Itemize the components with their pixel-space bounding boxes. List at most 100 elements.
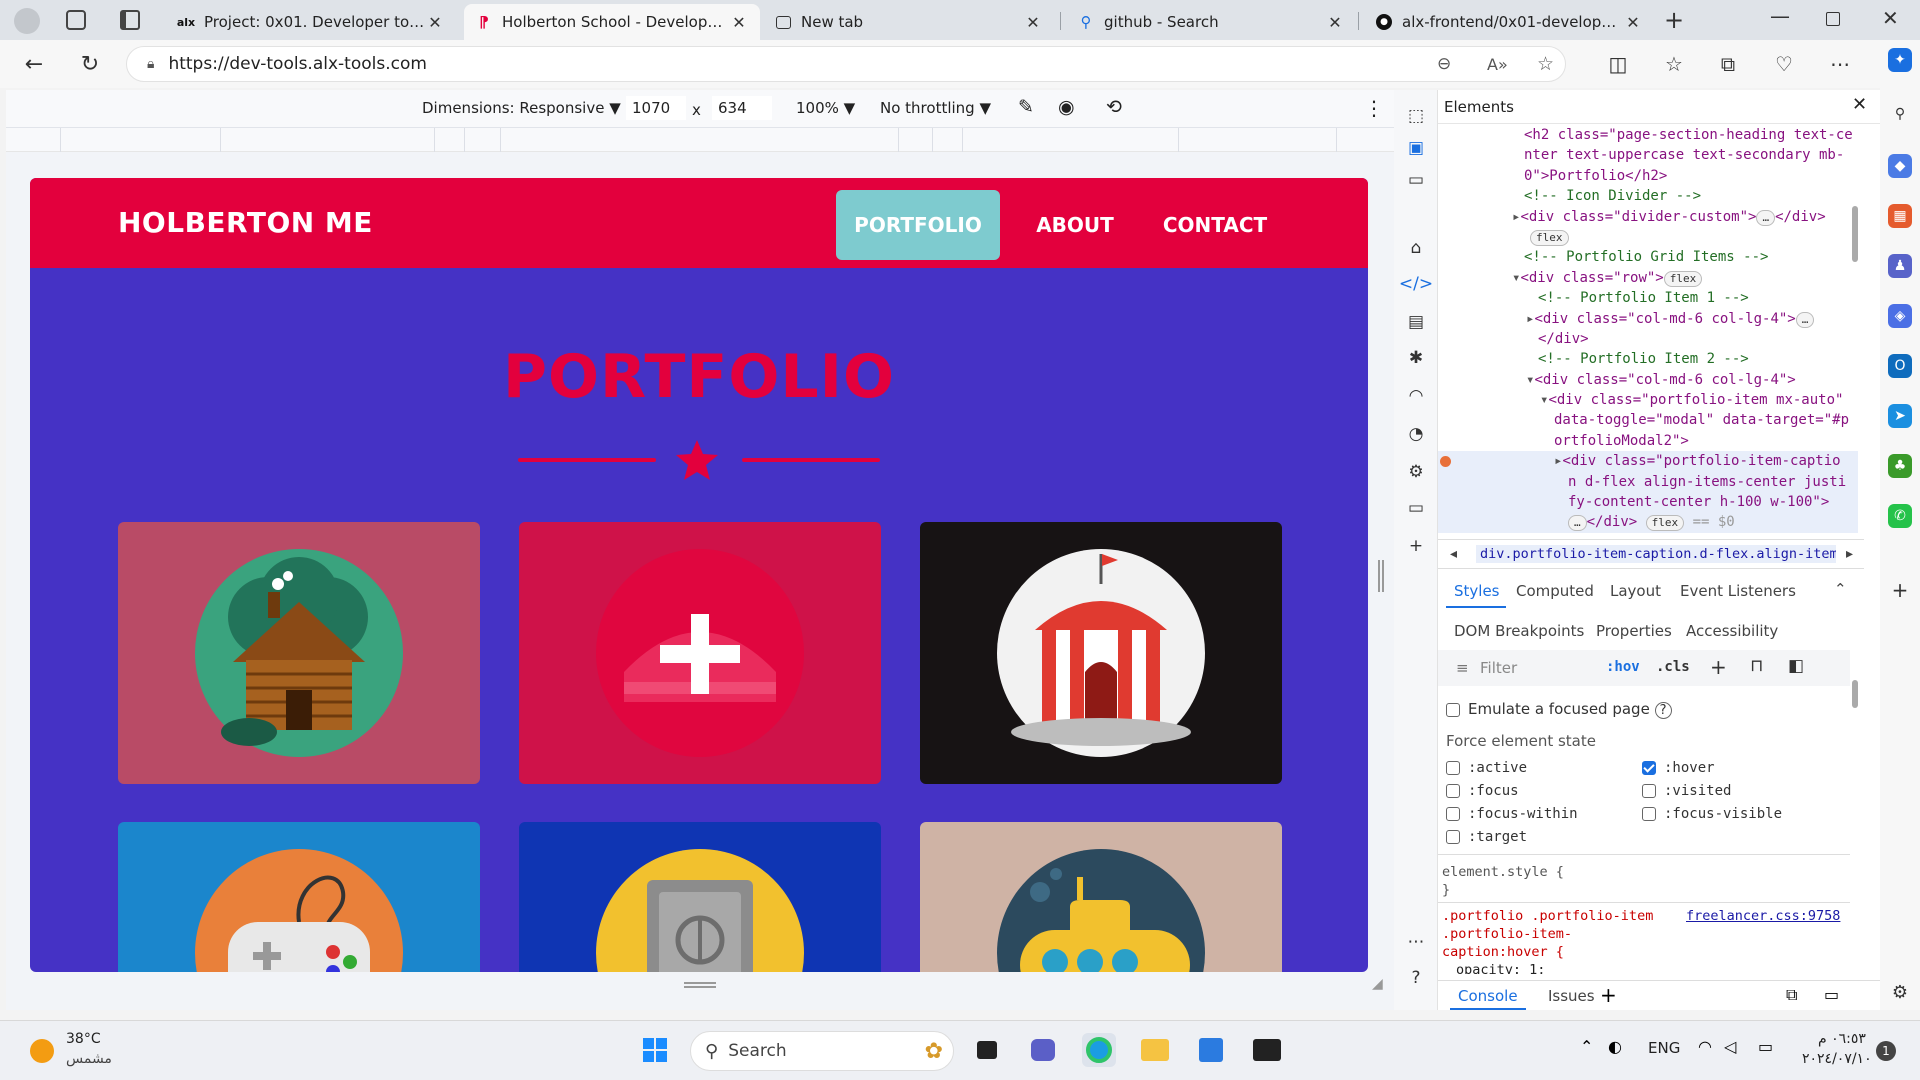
task-view-icon[interactable] (970, 1033, 1004, 1067)
more-tools-ellipsis-icon[interactable]: ⋯ (1404, 930, 1428, 954)
tab-github-search[interactable]: ⚲ github - Search ✕ (1066, 4, 1356, 40)
weather-sun-icon[interactable] (30, 1039, 54, 1063)
application-window-icon[interactable]: ▭ (1404, 496, 1428, 520)
close-icon[interactable]: ✕ (1024, 13, 1042, 32)
dock-bottom-icon[interactable]: ▭ (1824, 985, 1839, 1004)
height-input[interactable]: 634 (712, 96, 772, 120)
tab-holberton[interactable]: ⁋ Holberton School - Developer to ✕ (464, 4, 760, 40)
rule-selector[interactable]: .portfolio .portfolio-item (1442, 908, 1653, 924)
resize-corner-icon[interactable]: ◢ (1372, 976, 1383, 992)
minimize-button[interactable]: — (1770, 4, 1790, 28)
store-icon[interactable] (1194, 1033, 1228, 1067)
zoom-dropdown[interactable]: 100% ▼ (796, 99, 855, 117)
more-tools-plus-icon[interactable]: + (1404, 534, 1428, 558)
styles-scrollbar[interactable] (1852, 680, 1858, 708)
favorites-icon[interactable]: ☆ (1660, 50, 1688, 78)
portfolio-item-cabin[interactable] (118, 522, 480, 784)
inspect-icon[interactable]: ⬚ (1404, 104, 1428, 128)
state-focus-within-checkbox[interactable]: :focus-within (1446, 806, 1578, 822)
notification-alert-icon[interactable]: ◐ (1608, 1037, 1622, 1056)
performance-gauge-icon[interactable]: ◔ (1404, 422, 1428, 446)
new-rule-plus-icon[interactable]: + (1710, 655, 1727, 679)
tab-styles[interactable]: Styles (1454, 582, 1500, 600)
add-drawer-tab-icon[interactable]: + (1600, 983, 1617, 1007)
dom-node[interactable]: <div class="col-md-6 col-lg-4"> (1534, 372, 1795, 388)
taskbar-search-box[interactable]: ⚲ Search ✿ (690, 1031, 954, 1071)
close-icon[interactable]: ✕ (1852, 94, 1867, 115)
url-text[interactable]: https://dev-tools.alx-tools.com (168, 54, 426, 74)
close-icon[interactable]: ✕ (1624, 13, 1642, 32)
favorite-star-icon[interactable]: ☆ (1537, 53, 1554, 75)
nav-contact[interactable]: CONTACT (1150, 190, 1280, 260)
flex-badge[interactable]: flex (1530, 229, 1569, 246)
tab-dom-breakpoints[interactable]: DOM Breakpoints (1454, 622, 1584, 640)
browser-essentials-icon[interactable]: ♡ (1770, 50, 1798, 78)
state-hover-checkbox[interactable]: :hover (1642, 760, 1715, 776)
refresh-button[interactable]: ↻ (76, 50, 104, 78)
clock-date[interactable]: ٢٠٢٤/٠٧/١٠ (1802, 1051, 1872, 1067)
toolbox-icon[interactable]: ▦ (1888, 204, 1912, 228)
styles-filter-input[interactable]: Filter (1480, 659, 1517, 677)
collections-icon[interactable]: ⧉ (1714, 50, 1742, 78)
copilot-icon[interactable]: ✦ (1888, 48, 1912, 72)
tab-layout[interactable]: Layout (1610, 582, 1661, 600)
tab-console[interactable]: Console (1458, 987, 1518, 1005)
portfolio-item-cake-hover[interactable] (519, 522, 881, 784)
split-screen-icon[interactable]: ◫ (1604, 50, 1632, 78)
element-style-rule[interactable]: element.style { (1442, 864, 1564, 880)
breadcrumb-item[interactable]: div.portfolio-item-caption.d-flex.align-… (1476, 545, 1836, 563)
outlook-icon[interactable]: O (1888, 354, 1912, 378)
portfolio-item-circus[interactable] (920, 522, 1282, 784)
chat-icon[interactable] (1026, 1033, 1060, 1067)
weather-temp[interactable]: 38°C (66, 1031, 101, 1047)
tab-new-tab[interactable]: New tab ✕ (764, 4, 1054, 40)
portfolio-item-safe[interactable] (519, 822, 881, 972)
address-bar[interactable]: 🔒︎ https://dev-tools.alx-tools.com ⊖ A» … (126, 46, 1566, 82)
dom-node[interactable]: <h2 class="page-section-heading text-ce (1524, 127, 1853, 143)
workspaces-icon[interactable] (66, 10, 86, 30)
rotate-icon[interactable]: ⟲ (1106, 96, 1122, 118)
m365-icon[interactable]: ◈ (1888, 304, 1912, 328)
language-indicator[interactable]: ENG (1648, 1039, 1680, 1057)
volume-icon[interactable]: ◁ (1724, 1037, 1736, 1056)
tab-event-listeners[interactable]: Event Listeners (1680, 582, 1796, 600)
more-menu-icon[interactable]: ⋯ (1826, 50, 1854, 78)
tab-github-repo[interactable]: ● alx-frontend/0x01-developer_to ✕ (1364, 4, 1654, 40)
state-visited-checkbox[interactable]: :visited (1642, 783, 1731, 799)
close-icon[interactable]: ✕ (1326, 13, 1344, 32)
tab-issues[interactable]: Issues (1548, 987, 1595, 1005)
state-active-checkbox[interactable]: :active (1446, 760, 1527, 776)
dom-node-selected[interactable]: <div class="portfolio-item-captio (1562, 453, 1840, 469)
help-icon[interactable]: ? (1404, 966, 1428, 990)
dom-node[interactable]: <div class="portfolio-item mx-auto" (1548, 392, 1843, 408)
lock-icon[interactable]: 🔒︎ (147, 56, 154, 72)
file-explorer-icon[interactable] (1138, 1033, 1172, 1067)
hov-toggle[interactable]: :hov (1606, 659, 1640, 675)
tab-accessibility[interactable]: Accessibility (1686, 622, 1778, 640)
state-focus-visible-checkbox[interactable]: :focus-visible (1642, 806, 1782, 822)
vision-icon[interactable]: ◉ (1058, 96, 1075, 118)
terminal-icon[interactable] (1250, 1033, 1284, 1067)
notification-badge[interactable]: 1 (1876, 1041, 1896, 1061)
welcome-home-icon[interactable]: ⌂ (1404, 236, 1428, 260)
emulate-focus-checkbox[interactable]: Emulate a focused page ? (1446, 700, 1672, 719)
dock-icon[interactable]: ▭ (1404, 168, 1428, 192)
cls-toggle[interactable]: .cls (1656, 659, 1690, 675)
dom-node[interactable]: <div class="divider-custom"> (1520, 209, 1756, 225)
edge-browser-icon[interactable] (1082, 1033, 1116, 1067)
tag-icon[interactable]: ◆ (1888, 154, 1912, 178)
tab-computed[interactable]: Computed (1516, 582, 1594, 600)
add-sidebar-icon[interactable]: + (1888, 578, 1912, 602)
ellipsis-badge[interactable]: … (1756, 209, 1776, 226)
profile-icon[interactable] (14, 8, 40, 34)
state-focus-checkbox[interactable]: :focus (1446, 783, 1519, 799)
whatsapp-icon[interactable]: ✆ (1888, 504, 1912, 528)
dimensions-dropdown[interactable]: Dimensions: Responsive ▼ (422, 99, 621, 117)
sources-bug-icon[interactable]: ✱ (1404, 346, 1428, 370)
tab-alx-project[interactable]: alx Project: 0x01. Developer tools | A ✕ (166, 4, 456, 40)
nav-about[interactable]: ABOUT (1020, 190, 1130, 260)
rule-source-link[interactable]: freelancer.css:9758 (1686, 908, 1840, 924)
undock-icon[interactable]: ⧉ (1786, 985, 1797, 1005)
throttling-dropdown[interactable]: No throttling ▼ (880, 99, 991, 117)
clock-time[interactable]: ٠٦:٥٣ م (1818, 1031, 1866, 1047)
